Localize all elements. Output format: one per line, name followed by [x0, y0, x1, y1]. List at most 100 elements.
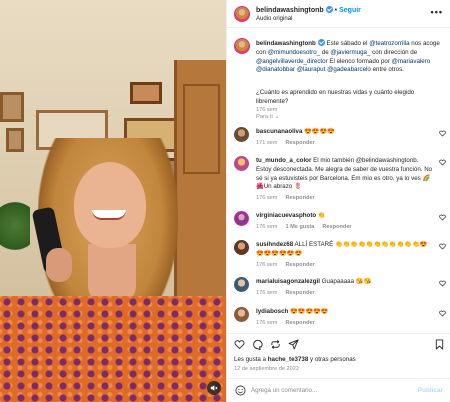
comment-meta: 171 sem Responder [256, 139, 434, 148]
caption-part: con dirección de [370, 48, 418, 56]
comment-time[interactable]: 176 sem [256, 262, 277, 268]
save-bookmark-icon[interactable] [434, 339, 445, 350]
like-heart-icon[interactable] [234, 339, 245, 350]
mention-link[interactable]: @javiermuga_ [330, 49, 370, 56]
comment-meta: 176 sem Responder [256, 319, 434, 328]
picture-frame [130, 82, 162, 104]
comment-meta: 176 sem Responder [256, 261, 434, 270]
verified-badge-icon [325, 6, 333, 13]
avatar[interactable] [234, 277, 249, 292]
separator: • [334, 7, 338, 14]
comment-meta: 176 sem Responder [256, 194, 434, 203]
more-options-icon[interactable]: ••• [431, 8, 443, 17]
comment-username[interactable]: marialuisagonzalezgil [256, 278, 320, 285]
patterned-dress [0, 296, 226, 402]
comment-username[interactable]: tu_mundo_a_color [256, 157, 311, 164]
likes-prefix: Les gusta a [234, 356, 268, 363]
comment-bubble-icon[interactable] [252, 339, 263, 350]
emoji-icon[interactable] [235, 385, 246, 396]
comment-body: marialuisagonzalezgil Guapaaaaa 😘😘 176 s… [256, 278, 434, 298]
caption-question: ¿Cuánto es aprendido en nuestras vidas y… [256, 89, 415, 105]
reply-button[interactable]: Responder [285, 195, 314, 201]
comment-meta: 176 sem 1 Me gusta Responder [256, 223, 434, 232]
comment-time[interactable]: 176 sem [256, 224, 277, 230]
comment-username[interactable]: virginiacuevasphoto [256, 212, 316, 219]
comment-meta: 176 sem Responder [256, 289, 434, 298]
comment-text: 😍😍😍😍 [304, 128, 335, 135]
repost-icon[interactable] [270, 339, 281, 350]
follow-button[interactable]: Seguir [339, 7, 361, 14]
mention-link[interactable]: @dianatobbar [256, 66, 295, 73]
comment-text: Guapaaaaa 😘😘 [321, 278, 372, 285]
caption-part: de [320, 48, 331, 56]
comments-feed[interactable]: belindawashingtonb Este sábado el @teatr… [227, 29, 450, 332]
woman-face [74, 162, 146, 248]
picture-frame [0, 92, 24, 122]
comment-text: 👏 [317, 212, 326, 219]
mute-button[interactable] [207, 381, 221, 395]
para-ti-toggle[interactable]: Para ti ⌄ [256, 114, 279, 120]
avatar[interactable] [234, 156, 249, 171]
mention-link[interactable]: @mimundoesotro_ [268, 49, 320, 56]
comment-text: 😍😍😍😍😍 [290, 308, 329, 315]
like-comment-heart-icon[interactable] [439, 310, 446, 317]
like-comment-heart-icon[interactable] [439, 214, 446, 221]
avatar[interactable] [234, 240, 249, 255]
comment-body: susihndez68 ALLÍ ESTARÉ 👏👏👏👏👏👏👏👏👏👏👏😍😍😍😍😍… [256, 241, 434, 269]
avatar[interactable] [234, 307, 249, 322]
mention-link[interactable]: @gadeabarcelo [327, 66, 371, 73]
like-comment-heart-icon[interactable] [439, 243, 446, 250]
avatar[interactable] [234, 127, 249, 142]
caption-part: entre otros. [370, 66, 404, 74]
instagram-post-view: belindawashingtonb • Seguir Audio original… [0, 0, 450, 402]
like-comment-heart-icon[interactable] [439, 159, 446, 166]
verified-badge-icon [317, 39, 325, 46]
reply-button[interactable]: Responder [322, 224, 351, 230]
liked-by-user[interactable]: hache_te3738 [268, 356, 309, 363]
comment-body: bascunanaoliva 😍😍😍😍 171 sem Responder [256, 128, 434, 148]
caption-username[interactable]: belindawashingtonb [256, 40, 316, 47]
para-ti-label: Para ti [256, 114, 273, 120]
mention-link[interactable]: @lauraput [297, 66, 326, 73]
comment-username[interactable]: lydiabosch [256, 308, 288, 315]
reply-button[interactable]: Responder [285, 320, 314, 326]
like-comment-heart-icon[interactable] [439, 280, 446, 287]
add-comment-bar: Publicar [227, 378, 450, 402]
comment-username[interactable]: susihndez68 [256, 241, 293, 248]
picture-frame [6, 128, 24, 152]
like-comment-heart-icon[interactable] [439, 130, 446, 137]
header-user-row: belindawashingtonb • Seguir [256, 6, 361, 14]
comment-username[interactable]: bascunanaoliva [256, 128, 302, 135]
comment-input[interactable] [251, 384, 401, 397]
reply-button[interactable]: Responder [285, 290, 314, 296]
share-icon[interactable] [288, 339, 299, 350]
caption-timestamp[interactable]: 176 sem [256, 107, 277, 113]
woman-hand [46, 248, 72, 282]
post-date[interactable]: 12 de septiembre de 2022 [234, 366, 299, 372]
likes-suffix[interactable]: y otras personas [308, 356, 356, 363]
mention-link[interactable]: @mariavalero [392, 58, 431, 65]
post-video[interactable] [0, 0, 226, 402]
woman-neck [88, 244, 136, 304]
reply-button[interactable]: Responder [285, 140, 314, 146]
comment-time[interactable]: 176 sem [256, 195, 277, 201]
reply-button[interactable]: Responder [285, 262, 314, 268]
mention-link[interactable]: @teatrozorrilla [369, 40, 409, 47]
avatar[interactable] [234, 38, 250, 54]
avatar[interactable] [234, 211, 249, 226]
woman-smile [92, 210, 126, 220]
comment-body: tu_mundo_a_color El mio también @belinda… [256, 157, 434, 203]
plant [0, 196, 30, 256]
comment-time[interactable]: 171 sem [256, 140, 277, 146]
avatar[interactable] [234, 6, 250, 22]
comment-likes-count[interactable]: 1 Me gusta [285, 224, 314, 230]
mention-link[interactable]: @angelvillaverde_director [256, 58, 328, 65]
comment-time[interactable]: 176 sem [256, 290, 277, 296]
caption-part: Este sábado el [326, 40, 370, 47]
audio-label[interactable]: Audio original [256, 16, 292, 22]
publish-button[interactable]: Publicar [418, 387, 443, 394]
caption-text: belindawashingtonb Este sábado el @teatr… [256, 39, 446, 75]
comment-body: virginiacuevasphoto 👏 176 sem 1 Me gusta R… [256, 212, 434, 232]
comment-time[interactable]: 176 sem [256, 320, 277, 326]
header-username[interactable]: belindawashingtonb [256, 7, 324, 14]
